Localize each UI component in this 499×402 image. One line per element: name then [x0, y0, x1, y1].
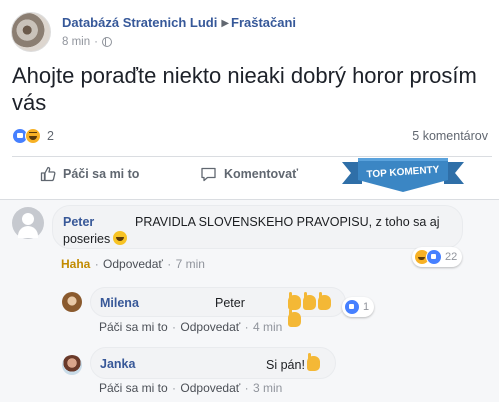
separator: · [94, 257, 99, 271]
thumbs-up-icon [40, 166, 56, 182]
post-source-line: Databázá Stratenich Ludi ▶ Fraštačani [62, 15, 296, 30]
reactions-summary: 2 5 komentárov [12, 126, 490, 146]
separator: · [167, 257, 172, 271]
comment-author-link[interactable]: Milena [100, 296, 139, 310]
comment-bubble: Peter PRAVIDLA SLOVENSKEHO PRAVOPISU, z … [52, 205, 463, 249]
reply-text: Si pán! [266, 358, 305, 372]
reply-bubble: Janka Si pán! [90, 347, 336, 379]
pointing-hand-emoji-icon [306, 353, 320, 371]
pointing-hand-emoji-icon [303, 292, 316, 310]
globe-icon [101, 37, 112, 47]
group-name-link[interactable]: Fraštačani [231, 15, 296, 30]
separator: · [172, 320, 177, 334]
pointing-hand-emoji-icon [318, 292, 331, 310]
meta-separator: · [94, 36, 98, 48]
post-meta: 8 min · [62, 36, 112, 48]
reply-reactions-count: 1 [363, 301, 370, 313]
comment-author-link[interactable]: Janka [100, 357, 135, 371]
comment-text-continuation: poseries [63, 231, 128, 247]
avatar[interactable] [12, 207, 44, 239]
comment-bubble-icon [201, 167, 216, 182]
separator: · [244, 320, 249, 334]
like-reaction-icon [426, 249, 442, 265]
reply-button[interactable]: Odpovedať [180, 381, 240, 395]
like-reply-button[interactable]: Páči sa mi to [99, 381, 168, 395]
like-reply-button[interactable]: Páči sa mi to [99, 320, 168, 334]
like-button[interactable]: Páči sa mi to [40, 166, 139, 182]
separator: · [172, 381, 177, 395]
like-button-label: Páči sa mi to [63, 167, 140, 181]
comment-time[interactable]: 7 min [176, 257, 205, 271]
pointing-hand-emoji-icon [288, 309, 301, 327]
comment-author-link[interactable]: Peter [63, 215, 94, 229]
avatar[interactable] [62, 292, 82, 312]
haha-reaction-icon[interactable] [25, 128, 41, 144]
reply-text: Peter [215, 295, 245, 311]
post-time[interactable]: 8 min [62, 36, 90, 48]
pointing-hand-emoji-icon [288, 292, 301, 310]
separator: · [244, 381, 249, 395]
post-text: Ahojte poraďte niekto nieaki dobrý horor… [12, 63, 477, 115]
page-name-link[interactable]: Databázá Stratenich Ludi [62, 15, 217, 30]
reply-actions: Páči sa mi to · Odpovedať · 4 min [99, 320, 282, 334]
reply-reactions[interactable]: 1 [342, 297, 374, 317]
reply-emojis [286, 292, 345, 329]
comment-actions: Haha · Odpovedať · 7 min [61, 257, 205, 271]
avatar[interactable] [62, 355, 82, 375]
page-avatar[interactable] [11, 12, 51, 52]
like-reaction-icon [344, 299, 360, 315]
haha-reaction-button[interactable]: Haha [61, 257, 90, 271]
reply-button[interactable]: Odpovedať [103, 257, 163, 271]
reply-actions: Páči sa mi to · Odpovedať · 3 min [99, 381, 282, 395]
laugh-emoji-icon [113, 231, 128, 245]
reply-button[interactable]: Odpovedať [180, 320, 240, 334]
reply-time[interactable]: 4 min [253, 320, 282, 334]
comment-reactions-count: 22 [445, 251, 458, 263]
comment-text: PRAVIDLA SLOVENSKEHO PRAVOPISU, z toho s… [135, 215, 440, 229]
comments-count-link[interactable]: 5 komentárov [412, 129, 488, 143]
comment-reactions[interactable]: 22 [412, 247, 462, 267]
comment-button[interactable]: Komentovať [200, 166, 298, 182]
comment-text-line2: poseries [63, 232, 111, 246]
arrow-right-icon: ▶ [221, 18, 230, 29]
comment-button-label: Komentovať [224, 167, 299, 181]
reply-text-wrap: Si pán! [266, 353, 320, 373]
post-header: Databázá Stratenich Ludi ▶ Fraštačani 8 mi… [10, 10, 490, 54]
top-comments-badge: TOP KOMENTY [342, 158, 464, 192]
mentioned-name: Peter [215, 296, 245, 310]
reactions-count[interactable]: 2 [47, 129, 54, 143]
reply-time[interactable]: 3 min [253, 381, 282, 395]
reply-bubble: Milena Peter [90, 287, 346, 327]
